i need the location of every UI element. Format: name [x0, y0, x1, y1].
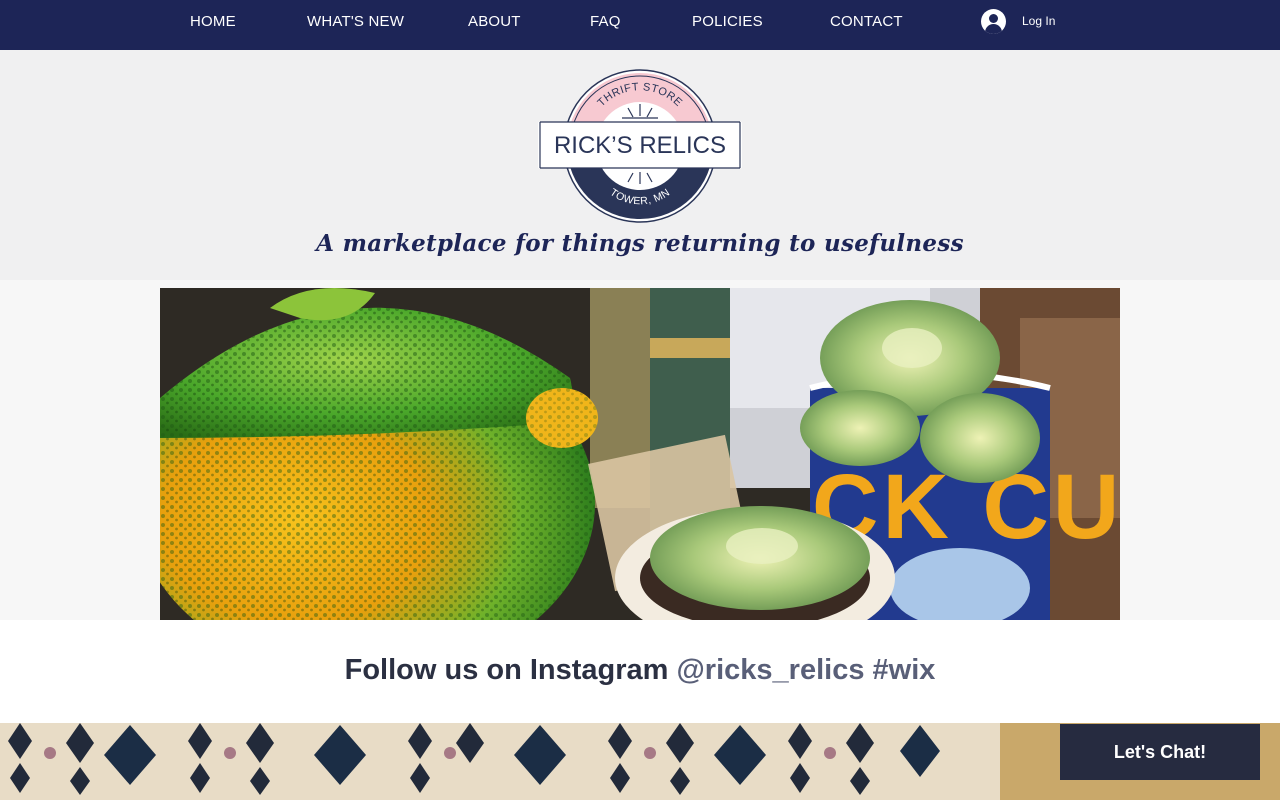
top-navigation: HOME WHAT'S NEW ABOUT FAQ POLICIES CONTA…: [0, 0, 1280, 50]
site-header: THRIFT STORE RICK’S RELICS TOWER, MN A m…: [0, 50, 1280, 280]
instagram-prefix: Follow us on Instagram: [344, 654, 669, 686]
tagline: A marketplace for things returning to us…: [316, 230, 964, 257]
avatar-icon: [981, 8, 1006, 34]
logo-name: RICK’S RELICS: [554, 132, 726, 159]
lets-chat-button[interactable]: Let's Chat!: [1060, 724, 1260, 780]
nav-item-policies[interactable]: POLICIES: [692, 13, 763, 30]
nav-item-contact[interactable]: CONTACT: [830, 13, 903, 30]
hero-image: CK CU: [160, 288, 1120, 620]
nav-item-home[interactable]: HOME: [190, 13, 236, 30]
login-label: Log In: [1022, 14, 1056, 28]
login-button[interactable]: Log In: [981, 7, 1055, 35]
nav-item-faq[interactable]: FAQ: [590, 13, 621, 30]
nav-item-whats-new[interactable]: WHAT'S NEW: [307, 13, 404, 30]
nav-item-about[interactable]: ABOUT: [468, 13, 521, 30]
site-logo[interactable]: THRIFT STORE RICK’S RELICS TOWER, MN: [538, 66, 742, 226]
instagram-heading: Follow us on Instagram @ricks_relics #wi…: [0, 654, 1280, 687]
instagram-handle[interactable]: @ricks_relics #wix: [677, 654, 936, 686]
